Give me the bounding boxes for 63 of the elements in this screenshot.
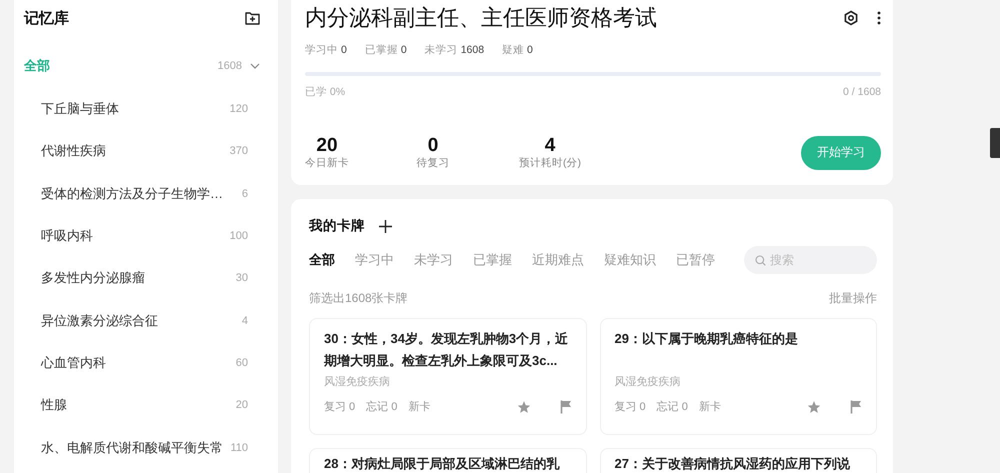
question-category: 风湿免疫疾病 — [614, 375, 682, 389]
add-icon[interactable] — [379, 220, 392, 232]
item-count: 120 — [230, 103, 248, 116]
stat-text: 未学习 1608 — [424, 44, 484, 57]
filter-tab[interactable]: 全部 — [309, 251, 335, 269]
item-count: 6 — [242, 188, 248, 200]
item-count: 20 — [236, 399, 248, 412]
item-count: 4 — [242, 314, 248, 327]
search-field[interactable]: 搜索 — [744, 246, 877, 274]
more-icon[interactable] — [877, 11, 881, 25]
stat-text: 疑难 0 — [502, 44, 533, 57]
sidebar-item[interactable]: 呼吸内科 100 — [24, 214, 268, 258]
deck-title: 内分泌科副主任、主任医师资格考试 — [305, 4, 658, 32]
question-card[interactable]: 27：关于改善病情抗风湿药的应用下列说 — [600, 448, 877, 473]
progress-label: 已学 0% — [305, 86, 346, 99]
sidebar-item[interactable]: 代谢性疾病 370 — [24, 130, 268, 173]
star-icon[interactable] — [807, 400, 821, 414]
question-title: 28：对病灶局限于局部及区域淋巴结的乳 — [324, 455, 561, 473]
item-count: 1608 — [218, 60, 242, 72]
review-count: 复习 0 — [324, 400, 356, 414]
metric-value: 20 — [316, 135, 338, 156]
sidebar-item[interactable]: 心血管内科 60 — [24, 342, 268, 384]
metric-label: 预计耗时(分) — [519, 156, 581, 170]
question-card[interactable]: 29：以下属于晚期乳癌特征的是 风湿免疫疾病 复习 0 忘记 0 新卡 — [600, 318, 877, 435]
flag-icon[interactable] — [560, 400, 572, 414]
question-title: 29：以下属于晚期乳癌特征的是 — [614, 330, 799, 348]
question-category: 风湿免疫疾病 — [324, 375, 391, 389]
settings-icon[interactable] — [843, 10, 859, 26]
question-title: 30：女性，34岁。发现左乳肿物3个月，近期增大明显。检查左乳外上象限可及3c... — [324, 330, 570, 370]
star-icon[interactable] — [516, 400, 530, 414]
add-folder-icon[interactable] — [245, 11, 260, 25]
question-card[interactable]: 28：对病灶局限于局部及区域淋巴结的乳 — [309, 448, 586, 473]
sidebar-item[interactable]: 受体的检测方法及分子生物学… 6 — [24, 172, 268, 215]
item-count: 370 — [230, 145, 248, 158]
card-status: 新卡 — [698, 400, 721, 414]
flag-icon[interactable] — [850, 400, 862, 414]
sidebar-item[interactable]: 异位激素分泌综合征 4 — [24, 299, 268, 342]
question-card[interactable]: 30：女性，34岁。发现左乳肿物3个月，近期增大明显。检查左乳外上象限可及3c... 风湿免疫疾病 复习 0 忘记 0 新卡 — [309, 318, 586, 435]
item-count: 100 — [230, 230, 248, 242]
sidebar-item[interactable]: 下丘脑与垂体 120 — [24, 88, 268, 130]
filter-summary: 筛选出1608张卡牌 — [309, 291, 408, 305]
panel-title: 我的卡牌 — [309, 217, 365, 235]
metric-label: 今日新卡 — [305, 156, 349, 170]
search-icon — [755, 255, 766, 266]
card-status: 新卡 — [408, 400, 430, 414]
metric-value: 4 — [544, 135, 556, 156]
metric-label: 待复习 — [416, 156, 450, 170]
review-count: 复习 0 — [614, 400, 646, 414]
progress-reading: 0 / 1608 — [843, 86, 881, 99]
question-title: 27：关于改善病情抗风湿药的应用下列说 — [614, 455, 851, 473]
item-count: 60 — [236, 356, 248, 369]
sidebar-item[interactable]: 多发性内分泌腺瘤 30 — [24, 257, 268, 300]
sidebar-item[interactable]: 水、电解质代谢和酸碱平衡失常 110 — [24, 426, 268, 469]
item-count: 110 — [230, 442, 248, 454]
forget-count: 忘记 0 — [366, 400, 398, 414]
metric-value: 0 — [428, 135, 438, 156]
sidebar-item[interactable]: 性腺 20 — [24, 384, 268, 426]
sidebar-title: 记忆库 — [24, 8, 69, 28]
item-count: 30 — [236, 272, 248, 284]
stat-text: 学习中 0 — [305, 44, 347, 57]
forget-count: 忘记 0 — [656, 400, 688, 414]
stat-text: 已掌握 0 — [364, 44, 407, 57]
side-handle[interactable] — [990, 128, 1000, 158]
